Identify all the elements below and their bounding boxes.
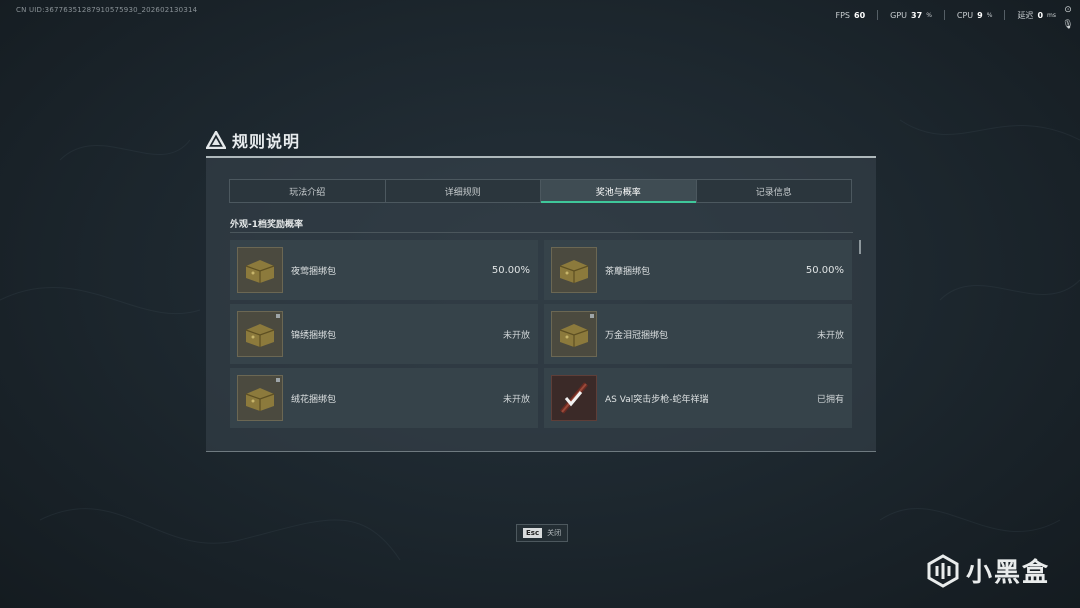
tab-prize-pool[interactable]: 奖池与概率 (541, 180, 697, 203)
fps-value: 60 (854, 11, 866, 20)
reward-name: 绒花捆绑包 (291, 394, 337, 405)
section-divider (230, 232, 853, 233)
reward-item[interactable]: AS Val突击步枪-蛇年祥瑞 已拥有 (544, 368, 852, 428)
latency-unit: ms (1047, 12, 1056, 19)
cpu-value: 9 (977, 11, 983, 20)
stat-divider (1004, 10, 1006, 20)
reward-name: 茶蘼捆绑包 (605, 266, 651, 277)
watermark: 小黑盒 (926, 552, 1050, 589)
gpu-label: GPU (890, 11, 908, 20)
reward-value: 未开放 (502, 394, 530, 405)
reward-name: 万金泪冠捆绑包 (605, 330, 669, 341)
stat-divider (943, 10, 945, 20)
latency-value: 0 (1037, 11, 1044, 20)
cpu-unit: % (986, 12, 993, 19)
heybox-logo-icon (927, 553, 959, 588)
cpu-stat: CPU 9% (957, 10, 993, 21)
crate-icon (237, 311, 283, 357)
cpu-label: CPU (956, 11, 974, 20)
reward-item[interactable]: 绒花捆绑包 未开放 (230, 368, 538, 428)
reward-value: 未开放 (816, 330, 844, 341)
fps-stat: FPS 60 (836, 10, 866, 21)
performance-stats: FPS 60 GPU 37% CPU 9% 延迟 0 ms (836, 10, 1056, 21)
crate-icon (551, 311, 597, 357)
latency-stat: 延迟 0 ms (1017, 10, 1056, 21)
microphone-icon[interactable]: 🎙 (1062, 19, 1074, 31)
reward-name: 夜莺捆绑包 (291, 266, 337, 277)
esc-key: Esc (523, 528, 543, 538)
tab-detailed-rules[interactable]: 详细规则 (386, 180, 541, 202)
reward-grid: 夜莺捆绑包 50.00% 茶蘼捆绑包 50.00% 锦绣捆绑包 未开放 万金泪冠… (230, 240, 854, 428)
lock-marker-icon (590, 314, 594, 318)
rules-dialog: 玩法介绍 详细规则 奖池与概率 记录信息 外观-1档奖励概率 夜莺捆绑包 50.… (206, 156, 876, 452)
lock-marker-icon (276, 314, 280, 318)
tab-gameplay[interactable]: 玩法介绍 (230, 180, 386, 202)
crate-icon (237, 375, 283, 421)
reward-value: 50.00% (805, 264, 844, 276)
crate-icon (551, 247, 597, 293)
gpu-unit: % (926, 12, 932, 19)
watermark-text: 小黑盒 (965, 558, 1050, 588)
reward-value: 50.00% (491, 264, 530, 276)
reward-item[interactable]: 锦绣捆绑包 未开放 (230, 304, 538, 364)
warning-triangle-icon (206, 131, 226, 149)
scrollbar[interactable] (859, 240, 861, 254)
lock-marker-icon (276, 378, 280, 382)
reward-value: 未开放 (502, 330, 530, 341)
close-button[interactable]: Esc 关闭 (516, 524, 569, 542)
gpu-stat: GPU 37% (890, 10, 932, 21)
gpu-value: 37 (911, 11, 923, 20)
section-label: 外观-1档奖励概率 (230, 220, 303, 230)
close-label: 关闭 (547, 529, 562, 537)
stat-divider (877, 10, 879, 20)
overlay-side-icons: ⊙ 🎙 (1062, 4, 1074, 31)
reward-name: 锦绣捆绑包 (291, 330, 337, 341)
latency-label: 延迟 (1017, 11, 1034, 20)
tab-records[interactable]: 记录信息 (697, 180, 852, 202)
rifle-icon (551, 375, 597, 421)
reward-name: AS Val突击步枪-蛇年祥瑞 (605, 394, 709, 405)
settings-icon[interactable]: ⊙ (1062, 4, 1074, 16)
reward-item[interactable]: 夜莺捆绑包 50.00% (230, 240, 538, 300)
dialog-title: 规则说明 (232, 132, 301, 151)
crate-icon (237, 247, 283, 293)
tab-bar: 玩法介绍 详细规则 奖池与概率 记录信息 (229, 179, 852, 203)
dialog-title-row: 规则说明 (206, 128, 300, 152)
fps-label: FPS (835, 11, 851, 20)
reward-item[interactable]: 茶蘼捆绑包 50.00% (544, 240, 852, 300)
reward-value: 已拥有 (816, 394, 844, 405)
user-uid: CN UID:36776351287910575930_202602130314 (16, 6, 198, 14)
reward-item[interactable]: 万金泪冠捆绑包 未开放 (544, 304, 852, 364)
